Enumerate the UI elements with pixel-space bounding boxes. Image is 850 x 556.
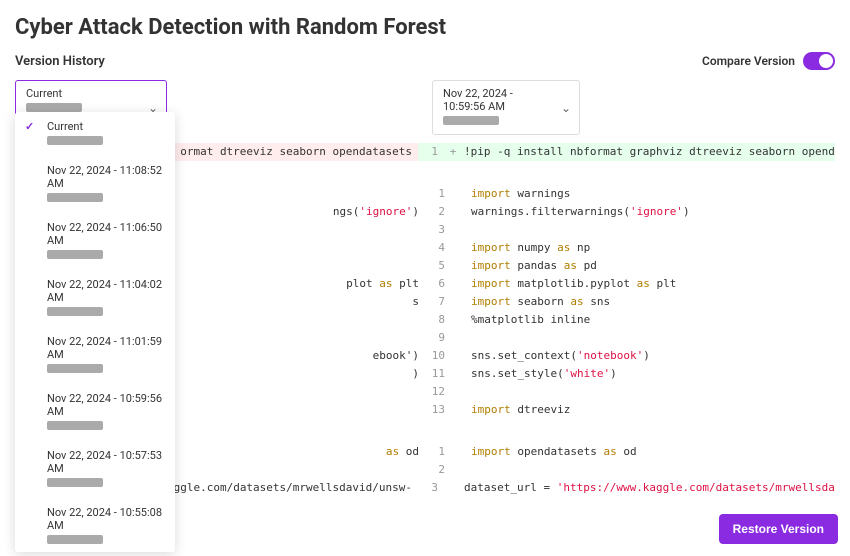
- dropdown-item-label: Nov 22, 2024 - 11:08:52 AM: [47, 164, 165, 190]
- dropdown-item-sub: [47, 136, 103, 145]
- version-history-label: Version History: [15, 54, 105, 69]
- dropdown-item-label: Nov 22, 2024 - 10:59:56 AM: [47, 392, 165, 418]
- dropdown-item[interactable]: Nov 22, 2024 - 10:57:53 AM: [15, 441, 175, 498]
- dropdown-item-label: Nov 22, 2024 - 10:55:08 AM: [47, 506, 165, 532]
- dropdown-item-sub: [47, 421, 103, 430]
- page-title: Cyber Attack Detection with Random Fores…: [15, 15, 835, 40]
- chevron-down-icon: ⌄: [561, 101, 571, 115]
- dropdown-item-sub: [47, 535, 103, 544]
- left-select-label: Current: [26, 87, 136, 100]
- dropdown-item-sub: [47, 307, 103, 316]
- dropdown-item-sub: [47, 478, 103, 487]
- right-select-sub: [443, 116, 499, 125]
- dropdown-item[interactable]: Nov 22, 2024 - 11:04:02 AM: [15, 270, 175, 327]
- compare-toggle[interactable]: ✓: [803, 52, 835, 70]
- compare-toggle-wrap: Compare Version ✓: [702, 52, 835, 70]
- left-select-sub: [26, 103, 82, 112]
- right-version-select[interactable]: Nov 22, 2024 - 10:59:56 AM ⌄: [432, 80, 580, 135]
- restore-version-button[interactable]: Restore Version: [719, 514, 838, 544]
- dropdown-item-sub: [47, 193, 103, 202]
- dropdown-item-label: Nov 22, 2024 - 11:01:59 AM: [47, 335, 165, 361]
- dropdown-item-sub: [47, 250, 103, 259]
- dropdown-item[interactable]: Nov 22, 2024 - 11:01:59 AM: [15, 327, 175, 384]
- compare-label: Compare Version: [702, 54, 795, 68]
- dropdown-item-label: Nov 22, 2024 - 11:06:50 AM: [47, 221, 165, 247]
- dropdown-item-sub: [47, 364, 103, 373]
- dropdown-item-label: Current: [47, 120, 165, 133]
- dropdown-item[interactable]: Nov 22, 2024 - 10:55:08 AM: [15, 498, 175, 552]
- dropdown-item[interactable]: Current: [15, 112, 175, 156]
- dropdown-item-label: Nov 22, 2024 - 11:04:02 AM: [47, 278, 165, 304]
- version-dropdown: Current Nov 22, 2024 - 11:08:52 AM Nov 22,…: [15, 112, 175, 552]
- right-select-label: Nov 22, 2024 - 10:59:56 AM: [443, 87, 549, 113]
- header-row: Version History Compare Version ✓: [15, 52, 835, 70]
- dropdown-item-label: Nov 22, 2024 - 10:57:53 AM: [47, 449, 165, 475]
- dropdown-item[interactable]: Nov 22, 2024 - 10:59:56 AM: [15, 384, 175, 441]
- dropdown-item[interactable]: Nov 22, 2024 - 11:08:52 AM: [15, 156, 175, 213]
- dropdown-item[interactable]: Nov 22, 2024 - 11:06:50 AM: [15, 213, 175, 270]
